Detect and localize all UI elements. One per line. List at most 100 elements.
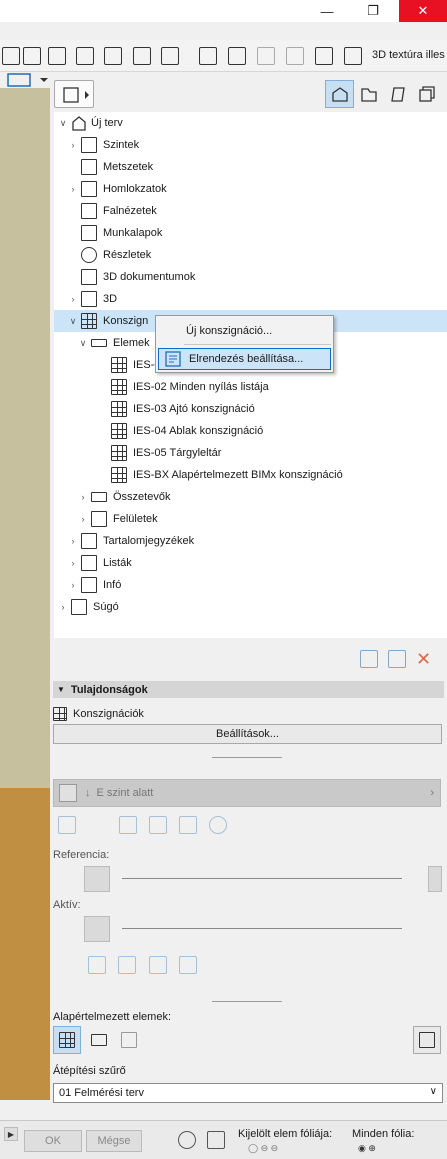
splitter-handle[interactable] <box>212 1001 282 1002</box>
new-folder-icon[interactable] <box>388 650 406 668</box>
story-toggle-icon[interactable] <box>59 784 77 802</box>
view-map-button[interactable] <box>354 80 383 108</box>
tree-item-ies05[interactable]: IES-05 Tárgyleltár <box>54 442 447 464</box>
copy-icon[interactable] <box>199 47 217 65</box>
layout-book-button[interactable] <box>383 80 412 108</box>
chevron-right-icon[interactable]: › <box>67 536 79 546</box>
walls-element-button[interactable] <box>53 1026 81 1054</box>
layer-visibility-icons[interactable]: ◯ ⊖ ⊖ <box>248 1143 278 1154</box>
move-icon[interactable] <box>119 816 137 834</box>
columns-element-button[interactable] <box>115 1026 143 1054</box>
texture-icon[interactable] <box>344 47 362 65</box>
close-button[interactable]: ✕ <box>399 0 447 22</box>
render-icon[interactable] <box>257 47 275 65</box>
tree-item-ies02[interactable]: IES-02 Minden nyílás listája <box>54 376 447 398</box>
trace-icon[interactable] <box>58 816 76 834</box>
reset-icon[interactable] <box>209 816 227 834</box>
active-slider[interactable] <box>122 928 402 929</box>
tree-item-root[interactable]: ∨ Új terv <box>54 112 447 134</box>
3d-viewport[interactable] <box>0 88 50 1100</box>
project-map-button[interactable] <box>325 80 354 108</box>
grid-tool-icon[interactable] <box>104 47 122 65</box>
tree-item-components[interactable]: › Összetevők <box>54 486 447 508</box>
chevron-right-icon[interactable]: › <box>77 514 89 524</box>
reference-expand-button[interactable] <box>428 866 442 892</box>
ok-button[interactable]: OK <box>24 1130 82 1152</box>
splitter-handle[interactable] <box>212 757 282 758</box>
house-dropdown-icon[interactable] <box>0 72 50 88</box>
main-toolbar: 3D textúra illes <box>0 40 447 72</box>
delete-icon[interactable]: ✕ <box>416 650 431 668</box>
model-icon[interactable] <box>315 47 333 65</box>
layout-settings-menu-item[interactable]: Elrendezés beállítása... <box>158 348 331 370</box>
pen-tool-icon[interactable] <box>76 47 94 65</box>
surfaces-icon <box>91 511 107 527</box>
story-field[interactable]: ↓ E szint alatt › <box>53 779 441 807</box>
tree-item-iesbx[interactable]: IES-BX Alapértelmezett BIMx konszignáció <box>54 464 447 486</box>
navigator-menu-button[interactable] <box>54 80 94 108</box>
hand-icon[interactable] <box>88 956 106 974</box>
tree-item-ies03[interactable]: IES-03 Ajtó konszignáció <box>54 398 447 420</box>
chevron-right-icon[interactable]: › <box>67 294 79 304</box>
tree-item-interior-elevations[interactable]: Falnézetek <box>54 200 447 222</box>
new-schedule-menu-item[interactable]: Új konszignáció... <box>156 320 333 342</box>
tree-item-help[interactable]: › Súgó <box>54 596 447 618</box>
camera-icon[interactable] <box>228 47 246 65</box>
tree-item-sections[interactable]: Metszetek <box>54 156 447 178</box>
visibility-icon[interactable] <box>178 1131 196 1149</box>
render-settings-icon[interactable] <box>286 47 304 65</box>
restore-button[interactable]: ❐ <box>355 0 391 22</box>
chevron-right-icon[interactable]: › <box>67 558 79 568</box>
tree-item-elevations[interactable]: › Homlokzatok <box>54 178 447 200</box>
chevron-right-icon[interactable]: › <box>67 580 79 590</box>
minimize-button[interactable]: — <box>309 0 345 22</box>
tree-item-surfaces[interactable]: › Felületek <box>54 508 447 530</box>
swap-icon[interactable] <box>149 956 167 974</box>
chevron-down-icon[interactable]: ∨ <box>77 338 89 349</box>
mirror-icon[interactable] <box>179 816 197 834</box>
clone-folder-icon[interactable] <box>360 650 378 668</box>
lists-icon <box>81 555 97 571</box>
tree-item-ies04[interactable]: IES-04 Ablak konszignáció <box>54 420 447 442</box>
label-tool-icon[interactable] <box>23 47 41 65</box>
tree-item-lists[interactable]: › Listák <box>54 552 447 574</box>
publisher-sets-button[interactable] <box>412 80 441 108</box>
furniture-element-button[interactable] <box>85 1026 113 1054</box>
eye-icon[interactable] <box>179 956 197 974</box>
properties-header[interactable]: ▼ Tulajdonságok <box>53 681 444 698</box>
tree-item-3d-documents[interactable]: 3D dokumentumok <box>54 266 447 288</box>
all-layers-icons[interactable]: ◉ ⊕ <box>358 1143 376 1154</box>
tree-item-worksheets[interactable]: Munkalapok <box>54 222 447 244</box>
text-tool-icon[interactable] <box>2 47 20 65</box>
chevron-right-icon[interactable]: › <box>77 492 89 502</box>
active-color-swatch[interactable] <box>84 916 110 942</box>
tree-item-details[interactable]: Részletek <box>54 244 447 266</box>
tree-item-stories[interactable]: › Szintek <box>54 134 447 156</box>
lock-icon[interactable] <box>207 1131 225 1149</box>
chevron-down-icon[interactable]: ∨ <box>67 316 79 327</box>
publisher-sets-icon <box>418 86 435 102</box>
tag-tool-icon[interactable] <box>161 47 179 65</box>
dimension-tool-icon[interactable] <box>48 47 66 65</box>
chevron-right-icon[interactable]: › <box>57 602 69 612</box>
renovation-filter-select[interactable]: 01 Felmérési terv ∨ <box>53 1083 443 1103</box>
view-mode-dropdown[interactable] <box>0 72 50 88</box>
reference-color-swatch[interactable] <box>84 866 110 892</box>
tree-item-project-indexes[interactable]: › Tartalomjegyzékek <box>54 530 447 552</box>
copy-layers-icon[interactable] <box>118 956 136 974</box>
chevron-down-icon[interactable]: ∨ <box>57 118 69 129</box>
expand-button[interactable]: ▶ <box>4 1127 18 1141</box>
settings-button[interactable]: Beállítások... <box>53 724 442 744</box>
tree-item-3d[interactable]: › 3D <box>54 288 447 310</box>
collapse-triangle-icon[interactable]: ▼ <box>57 685 65 694</box>
rotate-icon[interactable] <box>149 816 167 834</box>
chevron-right-icon[interactable]: › <box>67 184 79 194</box>
reference-slider[interactable] <box>122 878 402 879</box>
down-arrow-icon: ↓ <box>85 787 91 799</box>
texture-command-label[interactable]: 3D textúra illes <box>372 49 445 61</box>
cancel-button[interactable]: Mégse <box>86 1130 142 1152</box>
element-types-button[interactable] <box>413 1026 441 1054</box>
tree-item-info[interactable]: › Infó <box>54 574 447 596</box>
check-tool-icon[interactable] <box>133 47 151 65</box>
chevron-right-icon[interactable]: › <box>67 140 79 150</box>
